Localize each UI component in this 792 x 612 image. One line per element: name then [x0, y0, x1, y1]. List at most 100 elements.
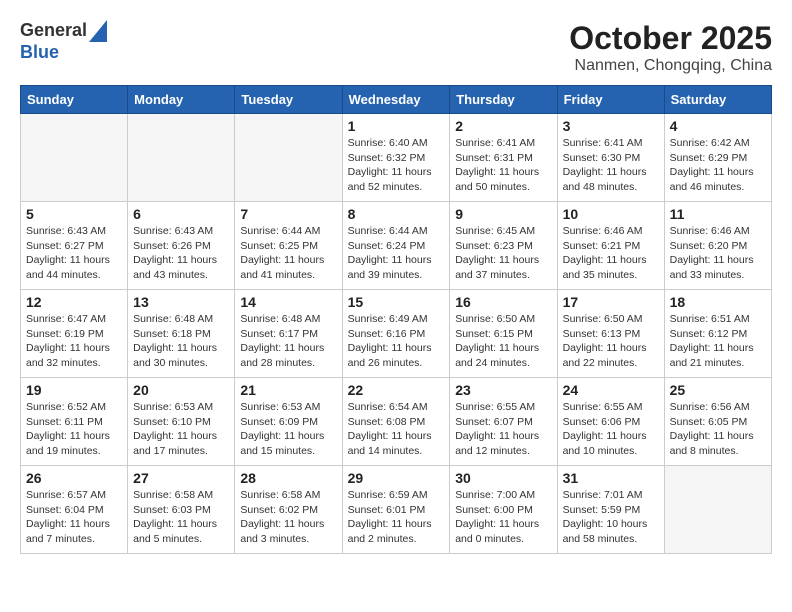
day-number: 21 [240, 382, 336, 398]
day-number: 16 [455, 294, 551, 310]
calendar-cell: 9 Sunrise: 6:45 AM Sunset: 6:23 PM Daylig… [450, 202, 557, 290]
calendar-cell: 22Sunrise: 6:54 AM Sunset: 6:08 PM Dayli… [342, 378, 450, 466]
calendar-cell: 8 Sunrise: 6:44 AM Sunset: 6:24 PM Daylig… [342, 202, 450, 290]
calendar-cell: 28 Sunrise: 6:58 AM Sunset: 6:02 PM Dayli… [235, 466, 342, 554]
day-info: Sunrise: 6:57 AM Sunset: 6:04 PM Dayligh… [26, 488, 122, 547]
calendar-cell: 16 Sunrise: 6:50 AM Sunset: 6:15 PM Dayli… [450, 290, 557, 378]
day-number: 12 [26, 294, 122, 310]
day-info: Sunrise: 7:00 AM Sunset: 6:00 PM Dayligh… [455, 488, 551, 547]
day-number: 17 [563, 294, 659, 310]
day-number: 11 [670, 206, 766, 222]
calendar-cell: 21 Sunrise: 6:53 AM Sunset: 6:09 PM Dayli… [235, 378, 342, 466]
day-number: 10 [563, 206, 659, 222]
day-info: Sunrise: 6:48 AM Sunset: 6:17 PM Dayligh… [240, 312, 336, 371]
day-header-tuesday: Tuesday [235, 86, 342, 114]
day-info: Sunrise: 6:46 AM Sunset: 6:20 PM Dayligh… [670, 224, 766, 283]
logo: General Blue [20, 20, 107, 64]
calendar-cell [664, 466, 771, 554]
calendar-cell: 23 Sunrise: 6:55 AM Sunset: 6:07 PM Dayli… [450, 378, 557, 466]
day-info: Sunrise: 6:53 AM Sunset: 6:10 PM Dayligh… [133, 400, 229, 459]
calendar-cell: 3Sunrise: 6:41 AM Sunset: 6:30 PM Daylig… [557, 114, 664, 202]
day-number: 4 [670, 118, 766, 134]
day-header-monday: Monday [128, 86, 235, 114]
calendar-cell: 11 Sunrise: 6:46 AM Sunset: 6:20 PM Dayli… [664, 202, 771, 290]
calendar-cell: 7 Sunrise: 6:44 AM Sunset: 6:25 PM Daylig… [235, 202, 342, 290]
calendar-cell [235, 114, 342, 202]
day-info: Sunrise: 6:54 AM Sunset: 6:08 PM Dayligh… [348, 400, 445, 459]
day-info: Sunrise: 6:56 AM Sunset: 6:05 PM Dayligh… [670, 400, 766, 459]
day-info: Sunrise: 6:43 AM Sunset: 6:27 PM Dayligh… [26, 224, 122, 283]
day-info: Sunrise: 6:51 AM Sunset: 6:12 PM Dayligh… [670, 312, 766, 371]
day-info: Sunrise: 6:53 AM Sunset: 6:09 PM Dayligh… [240, 400, 336, 459]
day-number: 26 [26, 470, 122, 486]
logo-blue: Blue [20, 42, 107, 64]
day-info: Sunrise: 6:44 AM Sunset: 6:25 PM Dayligh… [240, 224, 336, 283]
day-info: Sunrise: 6:40 AM Sunset: 6:32 PM Dayligh… [348, 136, 445, 195]
day-info: Sunrise: 7:01 AM Sunset: 5:59 PM Dayligh… [563, 488, 659, 547]
day-number: 31 [563, 470, 659, 486]
logo-icon [89, 20, 107, 42]
day-info: Sunrise: 6:58 AM Sunset: 6:03 PM Dayligh… [133, 488, 229, 547]
calendar: SundayMondayTuesdayWednesdayThursdayFrid… [20, 85, 772, 554]
day-number: 5 [26, 206, 122, 222]
calendar-header-row: SundayMondayTuesdayWednesdayThursdayFrid… [21, 86, 772, 114]
day-header-thursday: Thursday [450, 86, 557, 114]
day-number: 23 [455, 382, 551, 398]
day-info: Sunrise: 6:59 AM Sunset: 6:01 PM Dayligh… [348, 488, 445, 547]
day-number: 28 [240, 470, 336, 486]
calendar-cell: 6Sunrise: 6:43 AM Sunset: 6:26 PM Daylig… [128, 202, 235, 290]
day-number: 2 [455, 118, 551, 134]
week-row-1: 1Sunrise: 6:40 AM Sunset: 6:32 PM Daylig… [21, 114, 772, 202]
calendar-cell: 25 Sunrise: 6:56 AM Sunset: 6:05 PM Dayli… [664, 378, 771, 466]
day-info: Sunrise: 6:43 AM Sunset: 6:26 PM Dayligh… [133, 224, 229, 283]
calendar-cell: 20 Sunrise: 6:53 AM Sunset: 6:10 PM Dayli… [128, 378, 235, 466]
day-info: Sunrise: 6:50 AM Sunset: 6:13 PM Dayligh… [563, 312, 659, 371]
day-info: Sunrise: 6:45 AM Sunset: 6:23 PM Dayligh… [455, 224, 551, 283]
day-number: 7 [240, 206, 336, 222]
calendar-cell: 18Sunrise: 6:51 AM Sunset: 6:12 PM Dayli… [664, 290, 771, 378]
calendar-cell: 2 Sunrise: 6:41 AM Sunset: 6:31 PM Daylig… [450, 114, 557, 202]
calendar-cell: 4Sunrise: 6:42 AM Sunset: 6:29 PM Daylig… [664, 114, 771, 202]
day-info: Sunrise: 6:55 AM Sunset: 6:07 PM Dayligh… [455, 400, 551, 459]
day-number: 3 [563, 118, 659, 134]
week-row-4: 19 Sunrise: 6:52 AM Sunset: 6:11 PM Dayli… [21, 378, 772, 466]
day-header-wednesday: Wednesday [342, 86, 450, 114]
day-info: Sunrise: 6:48 AM Sunset: 6:18 PM Dayligh… [133, 312, 229, 371]
day-number: 19 [26, 382, 122, 398]
day-number: 8 [348, 206, 445, 222]
day-number: 13 [133, 294, 229, 310]
day-number: 20 [133, 382, 229, 398]
day-number: 25 [670, 382, 766, 398]
calendar-cell: 10 Sunrise: 6:46 AM Sunset: 6:21 PM Dayli… [557, 202, 664, 290]
day-info: Sunrise: 6:49 AM Sunset: 6:16 PM Dayligh… [348, 312, 445, 371]
day-header-friday: Friday [557, 86, 664, 114]
calendar-cell: 12 Sunrise: 6:47 AM Sunset: 6:19 PM Dayli… [21, 290, 128, 378]
calendar-cell: 14 Sunrise: 6:48 AM Sunset: 6:17 PM Dayli… [235, 290, 342, 378]
day-info: Sunrise: 6:55 AM Sunset: 6:06 PM Dayligh… [563, 400, 659, 459]
title-block: October 2025 Nanmen, Chongqing, China [569, 20, 772, 75]
day-number: 24 [563, 382, 659, 398]
day-number: 29 [348, 470, 445, 486]
day-number: 15 [348, 294, 445, 310]
day-info: Sunrise: 6:44 AM Sunset: 6:24 PM Dayligh… [348, 224, 445, 283]
day-info: Sunrise: 6:41 AM Sunset: 6:31 PM Dayligh… [455, 136, 551, 195]
calendar-cell: 26 Sunrise: 6:57 AM Sunset: 6:04 PM Dayli… [21, 466, 128, 554]
week-row-5: 26 Sunrise: 6:57 AM Sunset: 6:04 PM Dayli… [21, 466, 772, 554]
day-info: Sunrise: 6:50 AM Sunset: 6:15 PM Dayligh… [455, 312, 551, 371]
calendar-cell [128, 114, 235, 202]
week-row-2: 5 Sunrise: 6:43 AM Sunset: 6:27 PM Daylig… [21, 202, 772, 290]
day-info: Sunrise: 6:46 AM Sunset: 6:21 PM Dayligh… [563, 224, 659, 283]
day-info: Sunrise: 6:52 AM Sunset: 6:11 PM Dayligh… [26, 400, 122, 459]
day-number: 9 [455, 206, 551, 222]
day-info: Sunrise: 6:58 AM Sunset: 6:02 PM Dayligh… [240, 488, 336, 547]
calendar-cell: 30Sunrise: 7:00 AM Sunset: 6:00 PM Dayli… [450, 466, 557, 554]
calendar-cell: 1Sunrise: 6:40 AM Sunset: 6:32 PM Daylig… [342, 114, 450, 202]
calendar-cell: 27Sunrise: 6:58 AM Sunset: 6:03 PM Dayli… [128, 466, 235, 554]
day-info: Sunrise: 6:47 AM Sunset: 6:19 PM Dayligh… [26, 312, 122, 371]
calendar-cell: 17 Sunrise: 6:50 AM Sunset: 6:13 PM Dayli… [557, 290, 664, 378]
calendar-cell: 24 Sunrise: 6:55 AM Sunset: 6:06 PM Dayli… [557, 378, 664, 466]
calendar-cell: 5 Sunrise: 6:43 AM Sunset: 6:27 PM Daylig… [21, 202, 128, 290]
logo-general: General [20, 20, 87, 42]
location: Nanmen, Chongqing, China [569, 57, 772, 75]
day-number: 14 [240, 294, 336, 310]
